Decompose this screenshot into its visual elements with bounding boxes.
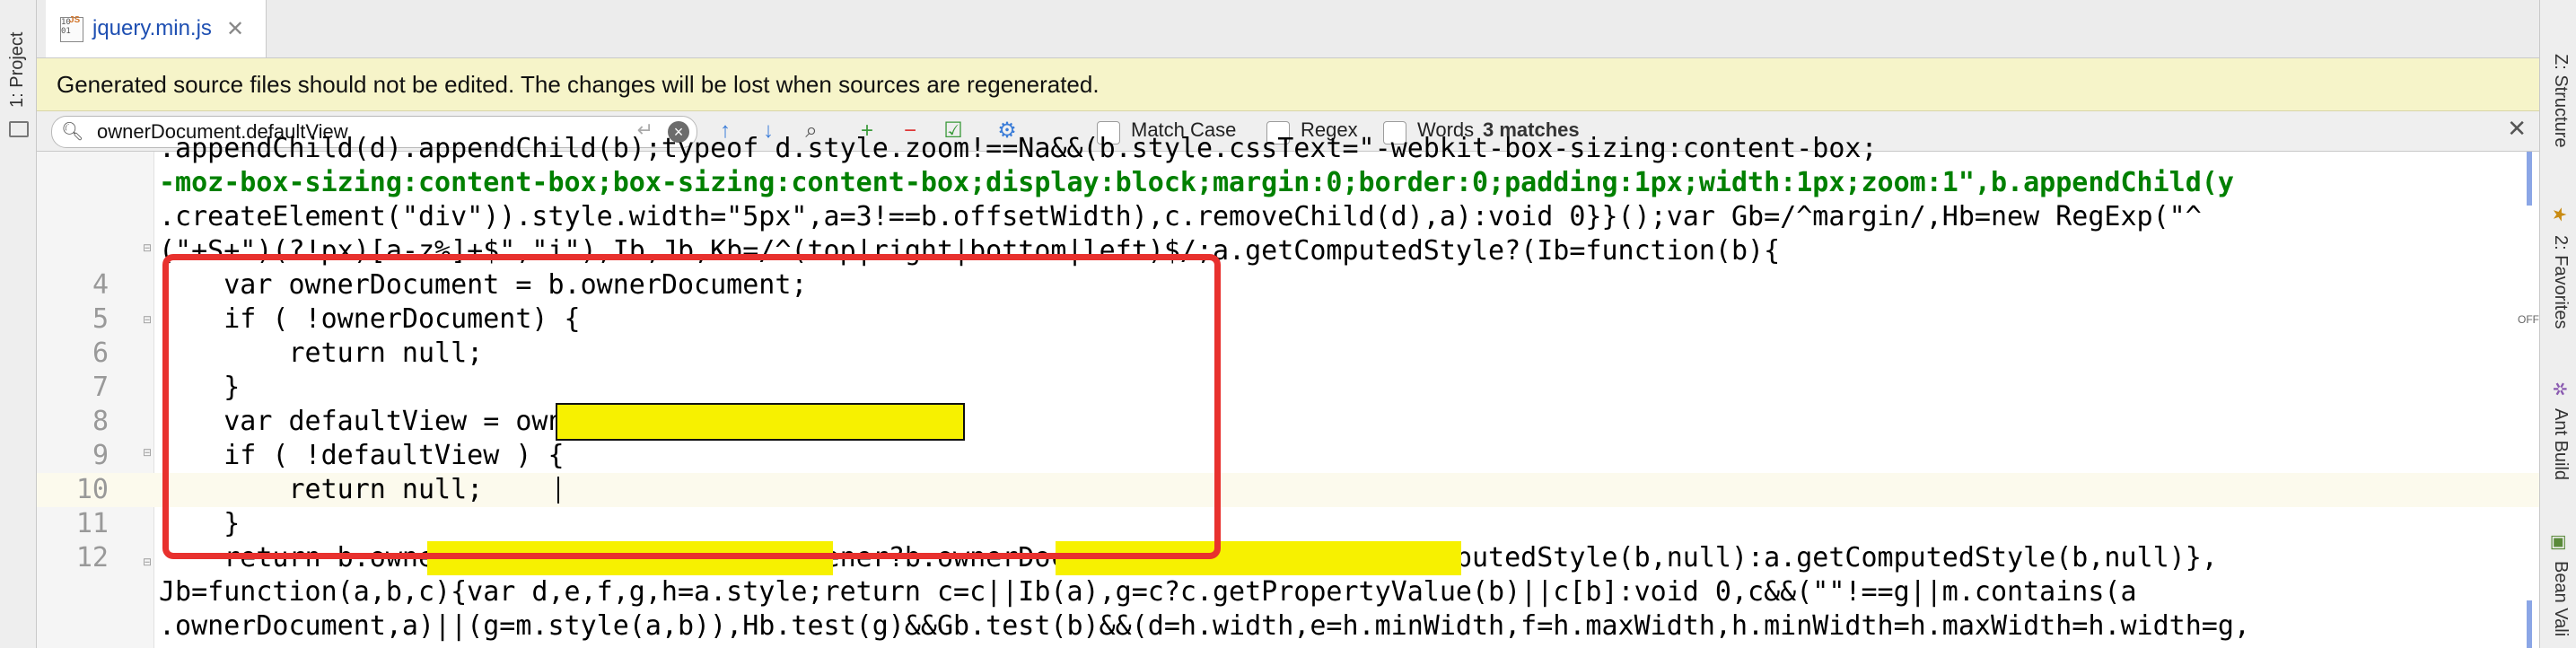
- project-icon: [9, 121, 29, 137]
- line-number: 12: [75, 542, 109, 574]
- code-text: .ownerDocument,a)||(g=m.style(a,b)),Hb.t…: [159, 610, 2250, 642]
- line-number: 8: [92, 406, 109, 437]
- code-text: Jb=function(a,b,c){var d,e,f,g,h=a.style…: [159, 576, 2137, 608]
- bean-validation-toolwindow-tab[interactable]: Bean Vali: [2550, 561, 2571, 636]
- left-toolwindow-strip: 1: Project: [0, 0, 37, 648]
- tab-close-icon[interactable]: ✕: [226, 16, 244, 42]
- code-line: .appendChild(d).appendChild(b);typeof d.…: [37, 132, 2532, 166]
- code-line: Jb=function(a,b,c){var d,e,f,g,h=a.style…: [37, 575, 2532, 609]
- line-number: 7: [92, 372, 109, 403]
- ant-icon: ✲: [2549, 381, 2569, 397]
- code-line: -moz-box-sizing:content-box;box-sizing:c…: [37, 166, 2532, 200]
- code-text: .createElement("div")).style.width="5px"…: [159, 201, 2202, 232]
- favorites-star-icon: ★: [2549, 206, 2569, 223]
- generated-source-banner: Generated source files should not be edi…: [37, 58, 2539, 111]
- code-line: .createElement("div")).style.width="5px"…: [37, 200, 2532, 234]
- code-line: .ownerDocument,a)||(g=m.style(a,b)),Hb.t…: [37, 609, 2532, 644]
- code-text: -moz-box-sizing:content-box;box-sizing:c…: [159, 167, 2234, 198]
- annotation-highlight-box: [162, 254, 1221, 559]
- favorites-toolwindow-tab[interactable]: 2: Favorites: [2550, 235, 2571, 328]
- tab-label: jquery.min.js: [92, 16, 212, 40]
- editor-tab-bar: 10 01 JS jquery.min.js ✕: [37, 0, 2539, 58]
- js-badge-icon: JS: [69, 15, 81, 25]
- line-number: 5: [92, 303, 109, 335]
- scrollbar-marker[interactable]: [2527, 600, 2532, 648]
- code-text: .appendChild(d).appendChild(b);typeof d.…: [159, 133, 1878, 164]
- ant-build-toolwindow-tab[interactable]: Ant Build: [2550, 408, 2571, 480]
- project-toolwindow-tab[interactable]: 1: Project: [7, 32, 28, 108]
- js-file-icon: 10 01 JS: [58, 15, 85, 42]
- tab-jquery-min-js[interactable]: 10 01 JS jquery.min.js ✕: [46, 0, 267, 57]
- line-number: 10: [75, 474, 109, 505]
- bean-validation-icon: ▣: [2549, 534, 2569, 551]
- structure-toolwindow-tab[interactable]: Z: Structure: [2550, 54, 2571, 147]
- line-number: 9: [92, 440, 109, 471]
- code-editor[interactable]: OFF ⊟ ⊟ ⊟ ⊟ .appendChild(d).appendChild(…: [37, 133, 2539, 648]
- line-number: 4: [92, 269, 109, 301]
- right-toolwindow-strip: Z: Structure ★ 2: Favorites ✲ Ant Build …: [2539, 0, 2576, 648]
- line-number: 11: [75, 508, 109, 539]
- scrollbar-marker[interactable]: [2527, 152, 2532, 206]
- line-number: 6: [92, 337, 109, 369]
